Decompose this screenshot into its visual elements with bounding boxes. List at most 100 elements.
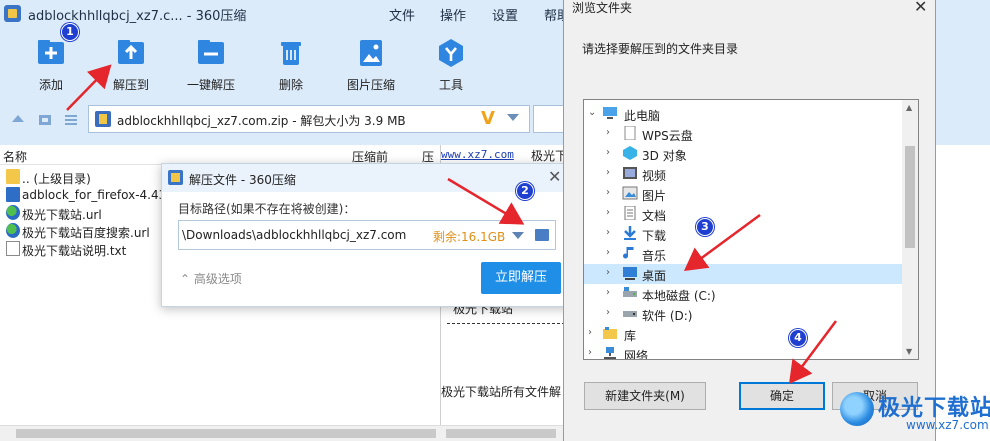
add-button[interactable]: 添加 <box>16 36 86 94</box>
chevron-right-icon[interactable]: › <box>606 287 610 298</box>
menu-operation[interactable]: 操作 <box>440 5 466 24</box>
chevron-right-icon[interactable]: › <box>606 167 610 178</box>
tree-item-wps-cloud[interactable]: › WPS云盘 <box>584 124 902 144</box>
horizontal-scrollbar[interactable] <box>0 425 565 441</box>
file-name: 极光下载站说明.txt <box>22 244 127 258</box>
image-compress-label: 图片压缩 <box>346 78 395 92</box>
text-file-icon <box>6 241 20 256</box>
file-name: adblock_for_firefox-4.43 <box>22 188 167 202</box>
thumbnail-view-icon[interactable] <box>37 112 53 128</box>
file-list-header: 名称 压缩前 压 <box>0 145 440 165</box>
tree-item-downloads[interactable]: › 下载 <box>584 224 902 244</box>
chevron-right-icon[interactable]: › <box>606 227 610 238</box>
window-title: adblockhhllqbcj_xz7.c... - 360压缩 <box>28 9 247 24</box>
chevron-right-icon[interactable]: › <box>606 147 610 158</box>
menu-file[interactable]: 文件 <box>389 5 415 24</box>
tree-item-videos[interactable]: › 视频 <box>584 164 902 184</box>
scroll-down-icon[interactable]: ▼ <box>906 347 912 356</box>
url-file-icon <box>6 223 20 238</box>
preview-scrollbar-thumb[interactable] <box>446 429 556 438</box>
tree-item-label: 3D 对象 <box>642 149 687 163</box>
tools-label: 工具 <box>438 78 463 92</box>
recycle-bin-icon <box>281 42 301 65</box>
tree-item-library[interactable]: › 库 <box>584 324 902 344</box>
preview-link[interactable]: www.xz7.com <box>441 148 514 161</box>
tree-item-desktop[interactable]: › 桌面 <box>584 264 902 284</box>
folder-browse-icon[interactable] <box>535 229 549 241</box>
extract-dialog: 解压文件 - 360压缩 ✕ 目标路径(如果不存在将被创建)： \Downloa… <box>161 163 573 307</box>
v-logo-icon[interactable]: V <box>481 108 495 129</box>
menu-settings[interactable]: 设置 <box>492 5 518 24</box>
tree-item-3d-objects[interactable]: › 3D 对象 <box>584 144 902 164</box>
chevron-right-icon[interactable]: › <box>606 207 610 218</box>
tools-icon <box>439 39 463 67</box>
step-badge-2: 2 <box>516 182 534 200</box>
extract-dialog-titlebar: 解压文件 - 360压缩 ✕ <box>162 164 572 192</box>
extract-to-label: 解压到 <box>112 78 149 92</box>
chevron-right-icon[interactable]: › <box>588 347 592 358</box>
tools-button[interactable]: 工具 <box>416 36 486 94</box>
close-icon[interactable]: ✕ <box>548 167 561 186</box>
address-bar[interactable]: adblockhhllqbcj_xz7.com.zip - 解包大小为 3.9 … <box>88 105 530 133</box>
tree-item-this-pc[interactable]: ⌄ 此电脑 <box>584 104 902 124</box>
new-folder-button[interactable]: 新建文件夹(M) <box>584 382 706 410</box>
close-icon[interactable]: ✕ <box>914 0 927 16</box>
preview-divider <box>447 323 565 324</box>
download-icon <box>624 226 636 240</box>
scroll-up-icon[interactable]: ▲ <box>906 103 912 112</box>
up-arrow-icon[interactable] <box>10 112 26 128</box>
file-name: 极光下载站.url <box>22 208 102 222</box>
desktop-icon <box>623 267 637 280</box>
step-badge-1: 1 <box>61 23 79 41</box>
html-file-icon <box>6 187 20 202</box>
chevron-right-icon[interactable]: › <box>606 127 610 138</box>
add-label: 添加 <box>38 78 63 92</box>
column-name[interactable]: 名称 <box>3 148 27 165</box>
chevron-right-icon[interactable]: › <box>588 327 592 338</box>
scrollbar-thumb[interactable] <box>905 146 915 248</box>
target-path-label: 目标路径(如果不存在将被创建)： <box>178 202 356 216</box>
ok-button[interactable]: 确定 <box>739 382 825 410</box>
folder-icon <box>6 169 20 184</box>
tree-item-label: 此电脑 <box>624 109 661 123</box>
one-click-extract-icon <box>198 40 224 64</box>
extract-now-button[interactable]: 立即解压 <box>481 262 561 294</box>
browse-dialog-title: 浏览文件夹 <box>572 1 633 15</box>
delete-button[interactable]: 删除 <box>256 36 326 94</box>
tree-item-music[interactable]: › 音乐 <box>584 244 902 264</box>
file-name: 极光下载站百度搜索.url <box>22 226 150 240</box>
target-path-input[interactable]: \Downloads\adblockhhllqbcj_xz7.com 剩余:16… <box>178 220 556 250</box>
one-click-extract-button[interactable]: 一键解压 <box>176 36 246 94</box>
list-view-icon[interactable] <box>63 112 79 128</box>
watermark-url: www.xz7.com <box>906 418 989 432</box>
one-click-extract-label: 一键解压 <box>186 78 235 92</box>
image-compress-button[interactable]: 图片压缩 <box>336 36 406 94</box>
address-dropdown-icon[interactable] <box>507 114 519 121</box>
chevron-right-icon[interactable]: › <box>606 247 610 258</box>
tree-item-local-disk-c[interactable]: › 本地磁盘 (C:) <box>584 284 902 304</box>
scrollbar-thumb[interactable] <box>16 429 436 438</box>
tree-item-pictures[interactable]: › 图片 <box>584 184 902 204</box>
app-logo-icon <box>4 5 21 22</box>
chevron-right-icon[interactable]: › <box>606 187 610 198</box>
tree-item-label: 视频 <box>642 169 667 183</box>
tree-item-label: 软件 (D:) <box>642 309 693 323</box>
app-logo-icon <box>168 170 183 185</box>
title-bar: adblockhhllqbcj_xz7.c... - 360压缩 文件 操作 设… <box>0 0 570 28</box>
tree-item-network[interactable]: › 网络 <box>584 344 902 359</box>
chevron-down-icon[interactable]: ⌄ <box>588 107 596 118</box>
image-compress-icon <box>360 40 382 66</box>
extract-to-button[interactable]: 解压到 <box>96 36 166 94</box>
tree-item-documents[interactable]: › 文档 <box>584 204 902 224</box>
documents-icon <box>624 206 636 220</box>
advanced-options-toggle[interactable]: ⌃ 高级选项 <box>180 270 242 287</box>
tree-item-label: 音乐 <box>642 249 667 263</box>
chevron-right-icon[interactable]: › <box>606 307 610 318</box>
drive-icon <box>623 287 637 297</box>
chevron-down-icon[interactable] <box>512 232 524 239</box>
tree-item-software-d[interactable]: › 软件 (D:) <box>584 304 902 324</box>
chevron-right-icon[interactable]: › <box>606 267 610 278</box>
tree-item-label: 本地磁盘 (C:) <box>642 289 716 303</box>
tree-item-label: 下载 <box>642 229 667 243</box>
tree-vertical-scrollbar[interactable]: ▲ ▼ <box>902 100 918 359</box>
